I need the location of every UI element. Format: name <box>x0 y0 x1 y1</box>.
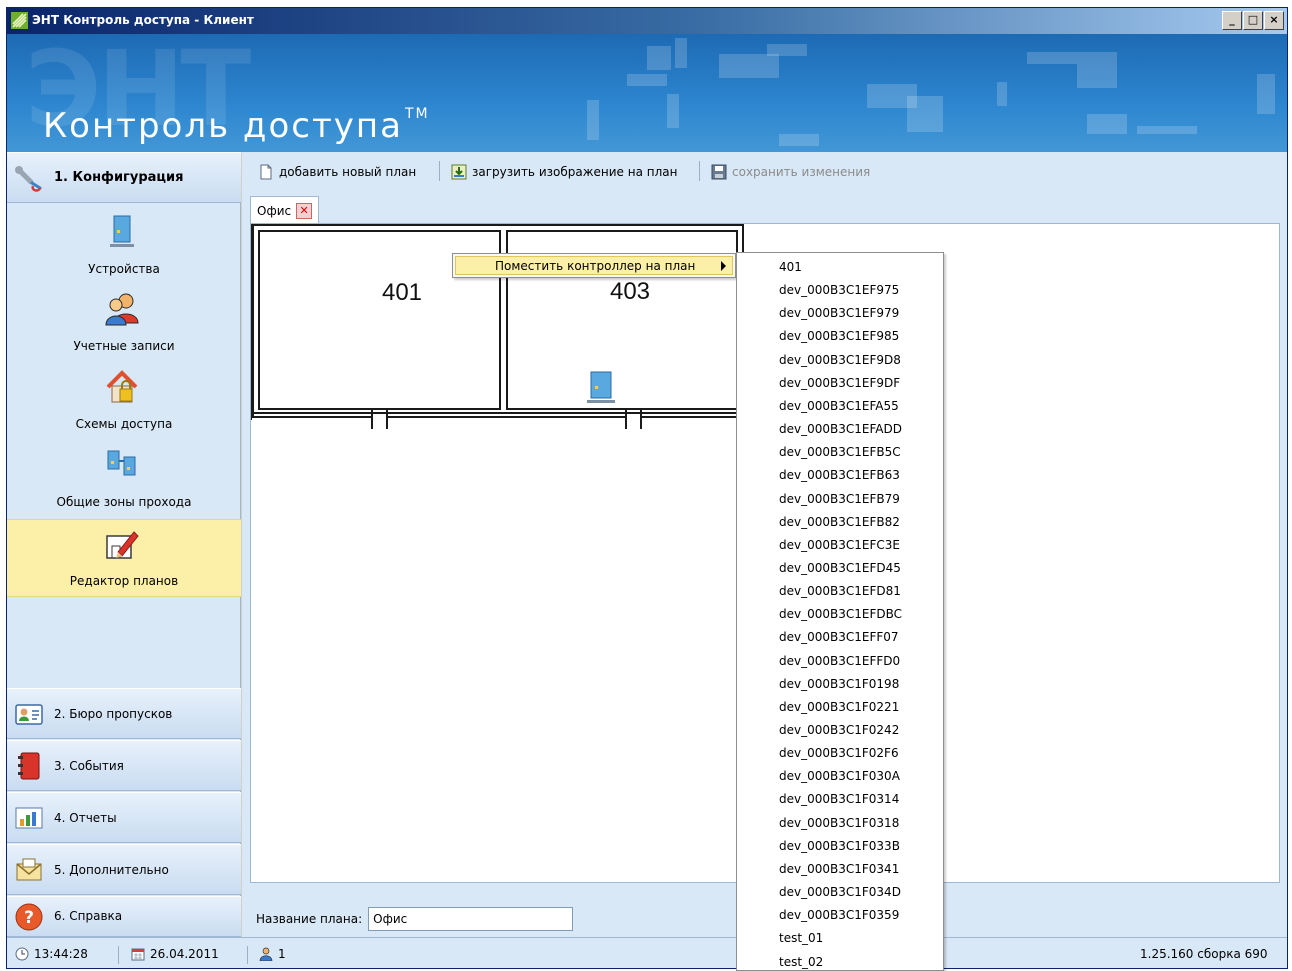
status-users: 1 <box>259 947 286 961</box>
sidebar: 1. Конфигурация Устройства Учетные запис… <box>7 152 241 937</box>
submenu-item[interactable]: dev_000B3C1EF979 <box>779 302 899 325</box>
submenu-item[interactable]: dev_000B3C1F0242 <box>779 719 899 742</box>
submenu-item[interactable]: test_01 <box>779 927 823 950</box>
submenu-item[interactable]: dev_000B3C1EFD45 <box>779 557 901 580</box>
submenu-item[interactable]: dev_000B3C1F0198 <box>779 673 899 696</box>
submenu-item[interactable]: dev_000B3C1EFB63 <box>779 464 900 487</box>
tool-accounts[interactable]: Учетные записи <box>7 285 241 363</box>
wrench-icon <box>15 166 42 192</box>
image-download-icon <box>451 164 467 180</box>
close-button[interactable]: × <box>1264 11 1284 30</box>
submenu-item[interactable]: dev_000B3C1EFADD <box>779 418 902 441</box>
plan-name-input[interactable] <box>368 907 574 931</box>
server-icon <box>110 215 134 247</box>
clock-icon <box>15 947 29 961</box>
tool-plan-editor[interactable]: Редактор планов <box>7 519 241 597</box>
submenu-item[interactable]: dev_000B3C1F030A <box>779 765 900 788</box>
submenu-item[interactable]: dev_000B3C1F0318 <box>779 812 899 835</box>
app-logo-text: Контроль доступа TM <box>43 106 430 146</box>
svg-text:?: ? <box>24 908 34 928</box>
envelope-icon <box>16 858 42 881</box>
submenu-item[interactable]: dev_000B3C1EFB5C <box>779 441 901 464</box>
section-reports[interactable]: 4. Отчеты <box>7 792 241 843</box>
tool-common-zones[interactable]: Общие зоны прохода <box>7 441 241 519</box>
submenu-item[interactable]: dev_000B3C1EFF07 <box>779 626 899 649</box>
room-label: 401 <box>382 279 422 306</box>
submenu-item[interactable]: dev_000B3C1EFD81 <box>779 580 901 603</box>
section-label: 1. Конфигурация <box>54 170 184 185</box>
tab-office[interactable]: Офис ✕ <box>250 196 320 224</box>
controller-icon[interactable] <box>587 371 615 403</box>
help-icon: ? <box>15 903 43 931</box>
context-menu: Поместить контроллер на план <box>452 253 736 278</box>
section-configuration[interactable]: 1. Конфигурация <box>7 152 241 203</box>
plan-name-label: Название плана: <box>256 912 363 926</box>
submenu-item[interactable]: dev_000B3C1EF975 <box>779 279 899 302</box>
users-icon <box>105 293 139 326</box>
minimize-button[interactable]: _ <box>1222 11 1242 30</box>
menu-item-place-controller[interactable]: Поместить контроллер на план <box>455 256 733 275</box>
submenu-item[interactable]: dev_000B3C1EF985 <box>779 325 899 348</box>
house-lock-icon <box>106 370 138 403</box>
plan-name-row: Название плана: <box>256 907 574 931</box>
status-bar: 13:44:28 26.04.2011 1 1.25.160 сборка 69… <box>7 937 1287 968</box>
save-changes-button[interactable]: сохранить изменения <box>711 163 870 181</box>
tool-devices[interactable]: Устройства <box>7 208 241 286</box>
submenu-item[interactable]: dev_000B3C1F0341 <box>779 858 899 881</box>
user-icon <box>259 947 273 961</box>
close-tab-icon[interactable]: ✕ <box>296 202 313 219</box>
toolbar: добавить новый план загрузить изображени… <box>242 152 1287 190</box>
submenu-item[interactable]: 401 <box>779 256 802 279</box>
section-additional[interactable]: 5. Дополнительно <box>7 844 241 895</box>
section-help[interactable]: ? 6. Справка <box>7 896 241 937</box>
submenu-arrow-icon <box>721 261 726 271</box>
submenu-item[interactable]: dev_000B3C1F033B <box>779 835 900 858</box>
tool-access-schemes[interactable]: Схемы доступа <box>7 363 241 441</box>
new-document-icon <box>260 164 272 180</box>
submenu-item[interactable]: test_02 <box>779 951 823 971</box>
header-banner: ЭНТ Контроль доступа TM <box>7 34 1287 152</box>
plan-editor-icon <box>106 531 139 559</box>
chart-icon <box>15 807 43 829</box>
submenu-item[interactable]: dev_000B3C1EFDBC <box>779 603 902 626</box>
id-card-icon <box>15 704 43 725</box>
section-pass-office[interactable]: 2. Бюро пропусков <box>7 688 241 739</box>
status-time: 13:44:28 <box>15 947 88 961</box>
load-image-button[interactable]: загрузить изображение на план <box>451 163 677 181</box>
section-events[interactable]: 3. События <box>7 740 241 791</box>
submenu-item[interactable]: dev_000B3C1EFB82 <box>779 511 900 534</box>
calendar-icon <box>131 948 145 961</box>
save-icon <box>711 164 727 180</box>
submenu-item[interactable]: dev_000B3C1EFA55 <box>779 395 899 418</box>
app-window: ЭНТ Контроль доступа - Клиент _ □ × ЭНТ … <box>6 7 1288 969</box>
controller-submenu: 401 dev_000B3C1EF975 dev_000B3C1EF979 dev_0… <box>736 252 944 971</box>
network-icon <box>107 450 136 476</box>
maximize-button[interactable]: □ <box>1243 11 1263 30</box>
submenu-item[interactable]: dev_000B3C1F02F6 <box>779 742 899 765</box>
app-logo-icon <box>11 12 28 29</box>
room-label: 403 <box>610 278 650 305</box>
add-plan-button[interactable]: добавить новый план <box>258 163 416 181</box>
window-title: ЭНТ Контроль доступа - Клиент <box>32 13 254 27</box>
submenu-item[interactable]: dev_000B3C1F0314 <box>779 788 899 811</box>
status-version: 1.25.160 сборка 690 <box>1140 947 1268 961</box>
title-bar[interactable]: ЭНТ Контроль доступа - Клиент _ □ × <box>7 8 1287 34</box>
submenu-item[interactable]: dev_000B3C1EF9DF <box>779 372 900 395</box>
status-date: 26.04.2011 <box>131 947 219 961</box>
submenu-item[interactable]: dev_000B3C1F0359 <box>779 904 899 927</box>
submenu-item[interactable]: dev_000B3C1F034D <box>779 881 901 904</box>
submenu-item[interactable]: dev_000B3C1EF9D8 <box>779 349 901 372</box>
book-icon <box>18 752 40 780</box>
submenu-item[interactable]: dev_000B3C1EFB79 <box>779 488 900 511</box>
submenu-item[interactable]: dev_000B3C1F0221 <box>779 696 899 719</box>
submenu-item[interactable]: dev_000B3C1EFC3E <box>779 534 900 557</box>
submenu-item[interactable]: dev_000B3C1EFFD0 <box>779 650 900 673</box>
